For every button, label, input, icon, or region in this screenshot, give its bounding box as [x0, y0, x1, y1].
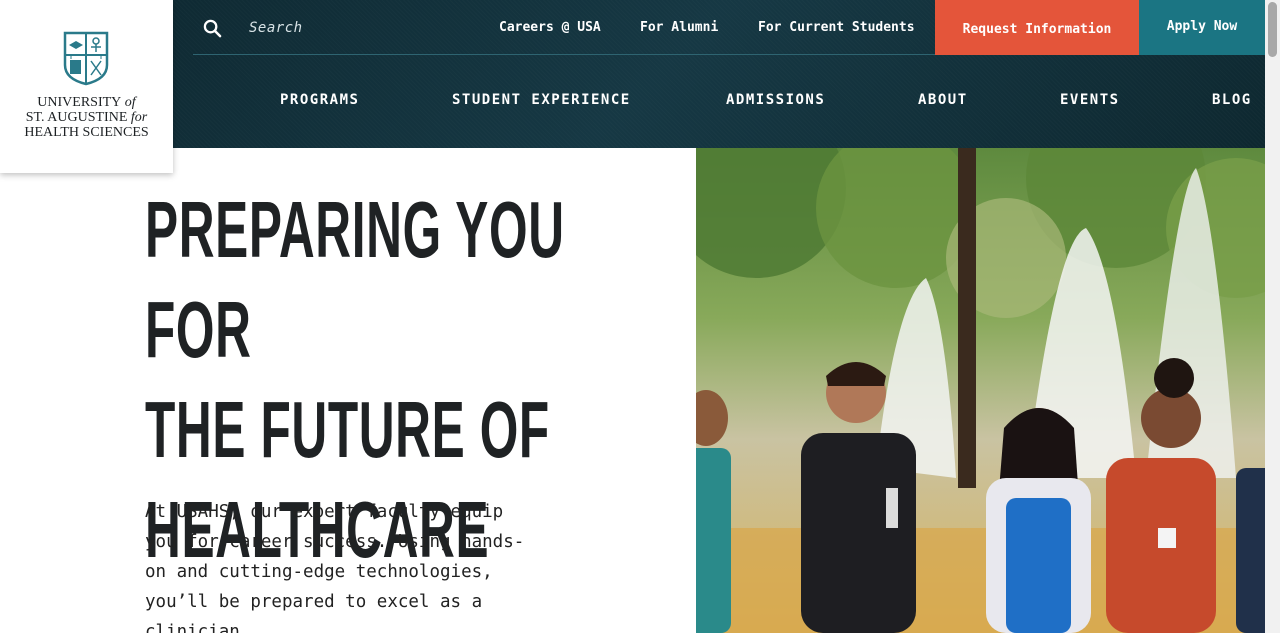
students-walking-photo: [696, 148, 1265, 633]
scrollbar-thumb[interactable]: [1268, 2, 1277, 57]
nav-events[interactable]: EVENTS: [1060, 92, 1120, 112]
apply-now-button[interactable]: Apply Now: [1139, 0, 1265, 55]
nav-programs[interactable]: PROGRAMS: [280, 92, 359, 112]
site-header: Careers @ USA For Alumni For Current Stu…: [173, 0, 1265, 148]
current-students-link[interactable]: For Current Students: [758, 0, 915, 54]
university-shield-icon: [63, 31, 109, 86]
hero-photo: [696, 148, 1265, 633]
alumni-link[interactable]: For Alumni: [640, 0, 718, 54]
nav-admissions[interactable]: ADMISSIONS: [726, 92, 825, 112]
search-bar[interactable]: [203, 14, 469, 42]
page-scrollbar[interactable]: [1265, 0, 1280, 633]
hero-title-line: PREPARING YOU FOR: [145, 185, 565, 374]
university-logo[interactable]: UNIVERSITY of ST. AUGUSTINE for HEALTH S…: [0, 0, 173, 173]
nav-student-experience[interactable]: STUDENT EXPERIENCE: [452, 92, 631, 112]
nav-about[interactable]: ABOUT: [918, 92, 968, 112]
search-icon[interactable]: [203, 19, 222, 38]
search-input[interactable]: [249, 20, 469, 36]
hero-description: At USAHS, our expert faculty equip you f…: [145, 502, 525, 633]
hero-title-line: THE FUTURE OF: [145, 385, 550, 474]
careers-link[interactable]: Careers @ USA: [499, 0, 601, 54]
header-divider: [193, 54, 935, 55]
nav-blog[interactable]: BLOG: [1212, 92, 1252, 112]
logo-wordmark: UNIVERSITY of ST. AUGUSTINE for HEALTH S…: [24, 95, 149, 140]
request-information-button[interactable]: Request Information: [935, 0, 1139, 55]
